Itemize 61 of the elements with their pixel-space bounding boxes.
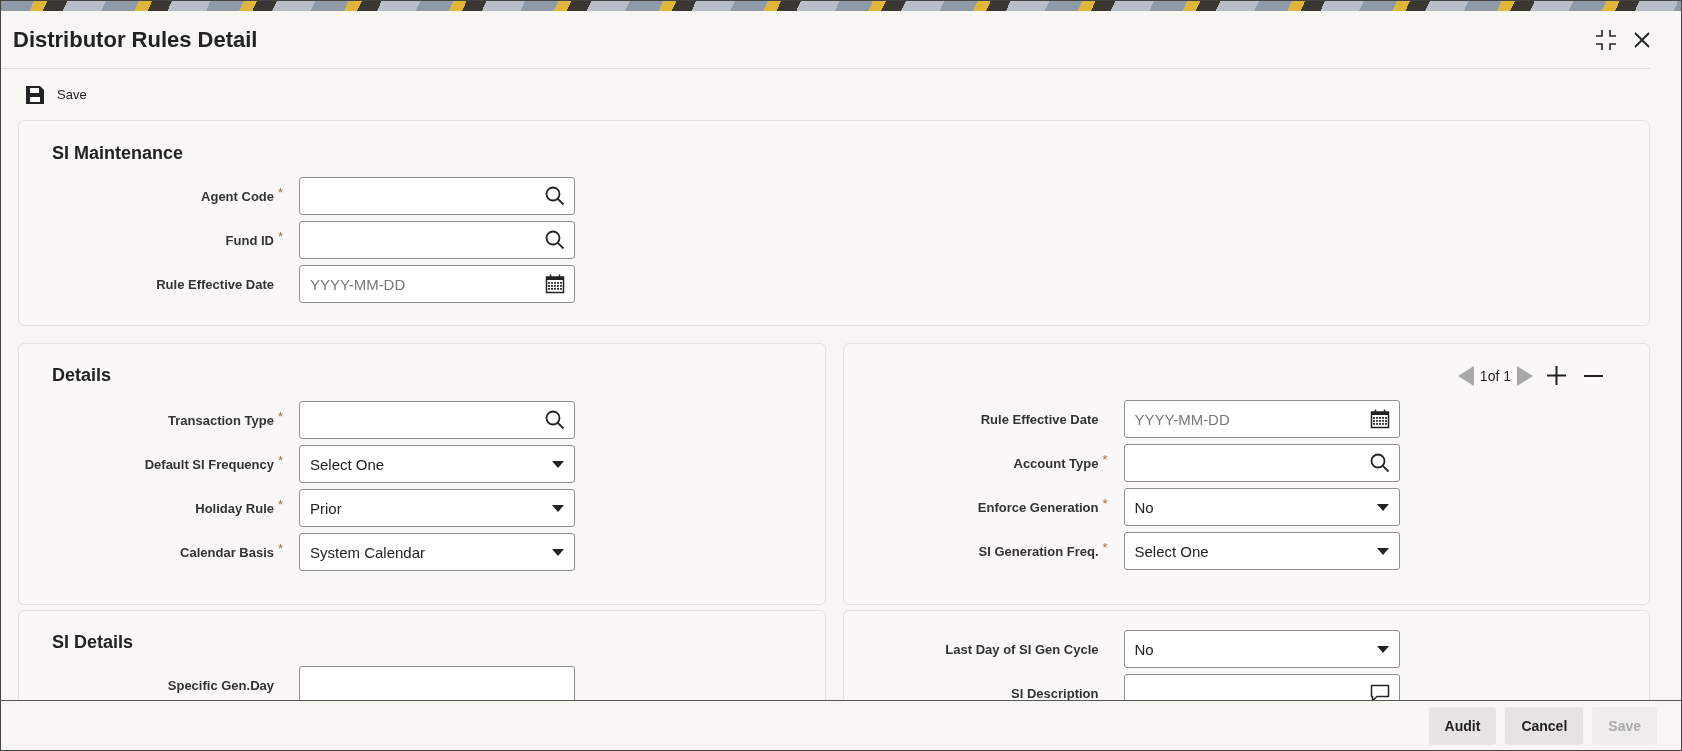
required-asterisk: * bbox=[278, 452, 285, 468]
caret-icon bbox=[552, 504, 564, 512]
calendar-icon[interactable] bbox=[545, 274, 565, 294]
section-title: Details bbox=[51, 363, 113, 387]
field-label: Rule Effective Date bbox=[156, 276, 274, 292]
section-title: SI Details bbox=[51, 630, 135, 654]
field-label: Holiday Rule bbox=[195, 500, 274, 516]
close-icon[interactable] bbox=[1634, 31, 1650, 48]
dropdown[interactable]: Select One bbox=[1123, 532, 1400, 570]
required-asterisk: * bbox=[278, 496, 285, 512]
page-indicator: 1of 1 bbox=[1479, 367, 1511, 384]
dropdown[interactable]: Prior bbox=[299, 489, 575, 527]
field-label: Default SI Frequency bbox=[144, 456, 274, 472]
search-icon[interactable] bbox=[545, 410, 565, 430]
lookup-field[interactable] bbox=[299, 177, 575, 215]
caret-icon bbox=[552, 460, 564, 468]
required-asterisk: * bbox=[278, 540, 285, 556]
lookup-field[interactable] bbox=[1123, 444, 1400, 482]
field-label: Calendar Basis bbox=[180, 544, 274, 560]
field-label: Last Day of SI Gen Cycle bbox=[945, 641, 1099, 657]
collapse-icon[interactable] bbox=[1596, 29, 1616, 50]
footer-button[interactable]: Audit bbox=[1428, 706, 1497, 745]
field-label: Account Type bbox=[1013, 455, 1099, 471]
field-label: Fund ID bbox=[225, 232, 274, 248]
required-asterisk: * bbox=[278, 184, 285, 200]
caret-icon bbox=[1376, 645, 1389, 653]
dropdown[interactable]: System Calendar bbox=[299, 533, 575, 571]
search-icon[interactable] bbox=[1369, 453, 1390, 473]
field-label: Enforce Generation bbox=[977, 499, 1099, 515]
required-asterisk: * bbox=[278, 228, 285, 244]
add-icon[interactable] bbox=[1547, 366, 1566, 385]
lookup-field[interactable] bbox=[299, 221, 575, 259]
date-field[interactable]: YYYY-MM-DD bbox=[299, 265, 575, 303]
window-title: Distributor Rules Detail bbox=[13, 26, 258, 53]
field-label: SI Description bbox=[1011, 685, 1099, 700]
minus-icon[interactable] bbox=[1584, 374, 1603, 377]
required-asterisk: * bbox=[1102, 539, 1109, 555]
field-label: Specific Gen.Day bbox=[167, 677, 274, 693]
footer-button[interactable]: Cancel bbox=[1505, 706, 1584, 745]
field-label: Transaction Type bbox=[168, 412, 274, 428]
calendar-icon[interactable] bbox=[1369, 409, 1390, 429]
lookup-field[interactable] bbox=[299, 401, 575, 439]
caret-icon bbox=[1376, 503, 1389, 511]
section-title: SI Maintenance bbox=[51, 141, 185, 165]
search-icon[interactable] bbox=[545, 186, 565, 206]
dropdown[interactable]: Select One bbox=[299, 445, 575, 483]
date-field[interactable]: YYYY-MM-DD bbox=[1123, 400, 1400, 438]
dropdown[interactable]: No bbox=[1123, 630, 1400, 668]
required-asterisk: * bbox=[1102, 495, 1109, 511]
caret-icon bbox=[1376, 547, 1389, 555]
input-field[interactable] bbox=[299, 666, 575, 700]
dropdown[interactable]: No bbox=[1123, 488, 1400, 526]
caret-icon bbox=[552, 548, 564, 556]
field-label: Agent Code bbox=[201, 188, 274, 204]
field-label: SI Generation Freq. bbox=[978, 543, 1099, 559]
save-button[interactable]: Save bbox=[25, 84, 87, 105]
search-icon[interactable] bbox=[545, 230, 565, 250]
speech-bubble-icon[interactable] bbox=[1369, 684, 1390, 700]
required-asterisk: * bbox=[1102, 451, 1109, 467]
field-label: Rule Effective Date bbox=[980, 411, 1099, 427]
required-asterisk: * bbox=[278, 408, 285, 424]
